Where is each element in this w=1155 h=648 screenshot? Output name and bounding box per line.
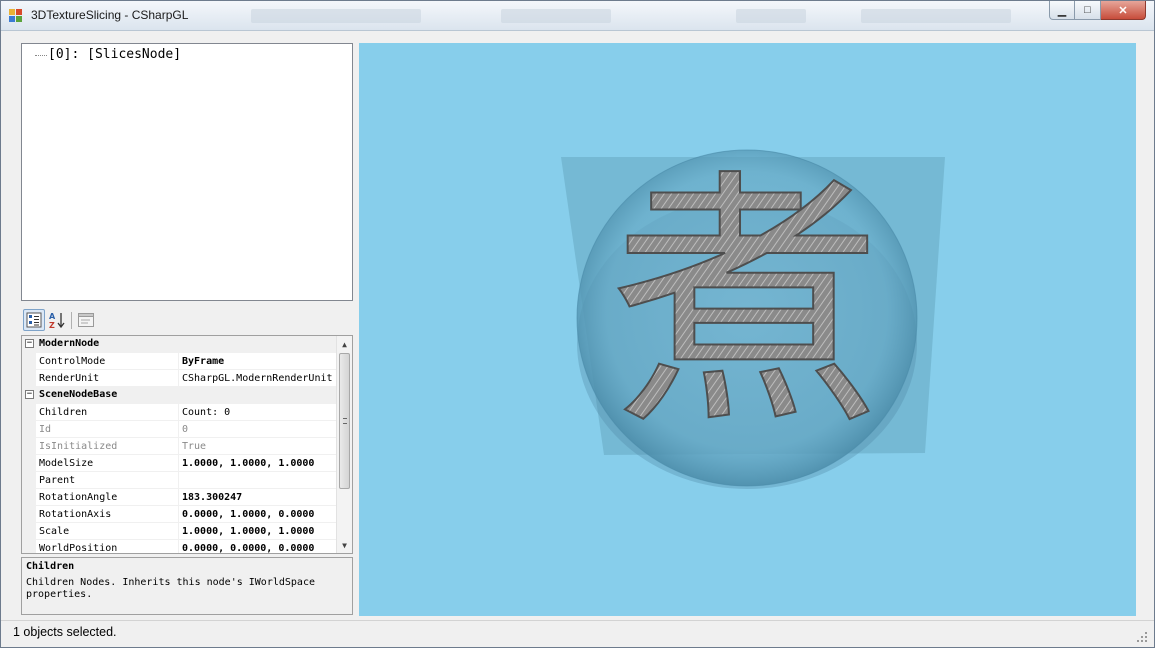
svg-text:Z: Z [49, 321, 55, 329]
svg-text:A: A [49, 312, 56, 321]
toolbar-separator [71, 312, 72, 329]
help-title: Children [26, 561, 75, 572]
glass-artifact [861, 9, 1011, 23]
property-value[interactable]: Count: 0 [182, 407, 337, 418]
property-pages-icon [78, 313, 94, 327]
property-name: RotationAngle [39, 492, 118, 503]
property-help-box: Children Children Nodes. Inherits this n… [21, 557, 353, 615]
maximize-button[interactable]: □ [1075, 1, 1101, 20]
glass-artifact [501, 9, 611, 23]
property-grid-scrollbar[interactable]: ▲ ▼ [336, 336, 352, 553]
tree-node-slices[interactable]: [0]: [SlicesNode] [48, 47, 181, 62]
scroll-up-icon[interactable]: ▲ [337, 336, 352, 352]
category-modernnode[interactable]: − ModernNode [22, 336, 337, 353]
resize-grip-icon[interactable] [1136, 631, 1148, 643]
window-title: 3DTextureSlicing - CSharpGL [31, 8, 189, 22]
categorized-view-button[interactable] [23, 309, 45, 331]
tree-connector-line [35, 55, 47, 56]
category-scenenodebase[interactable]: − SceneNodeBase [22, 387, 337, 404]
glyph-volume: 煮 [612, 147, 882, 462]
property-value[interactable]: 1.0000, 1.0000, 1.0000 [182, 526, 337, 537]
grip-icon [343, 418, 347, 424]
property-name: ModelSize [39, 458, 94, 469]
property-row-id[interactable]: Id 0 [22, 421, 337, 438]
property-value[interactable]: 183.300247 [182, 492, 337, 503]
property-row-scale[interactable]: Scale 1.0000, 1.0000, 1.0000 [22, 523, 337, 540]
property-row-isinitialized[interactable]: IsInitialized True [22, 438, 337, 455]
property-name: ControlMode [39, 356, 106, 367]
scene-tree-view[interactable]: [0]: [SlicesNode] [21, 43, 353, 301]
close-button[interactable]: ✕ [1101, 1, 1146, 20]
property-row-worldposition[interactable]: WorldPosition 0.0000, 0.0000, 0.0000 [22, 540, 337, 554]
property-name: RenderUnit [39, 373, 100, 384]
glass-artifact [736, 9, 806, 23]
property-row-renderunit[interactable]: RenderUnit CSharpGL.ModernRenderUnit [22, 370, 337, 387]
property-value[interactable]: 1.0000, 1.0000, 1.0000 [182, 458, 337, 469]
property-name: Children [39, 407, 88, 418]
property-value[interactable]: CSharpGL.ModernRenderUnit [182, 373, 337, 384]
status-text: 1 objects selected. [13, 625, 117, 639]
sort-az-icon: A Z [49, 312, 65, 329]
glass-artifact [251, 9, 421, 23]
property-name: Scale [39, 526, 70, 537]
app-icon [9, 9, 23, 23]
minimize-button[interactable]: ▁ [1049, 1, 1075, 20]
property-name: RotationAxis [39, 509, 112, 520]
property-row-children[interactable]: Children Count: 0 [22, 404, 337, 421]
property-name: IsInitialized [39, 441, 118, 452]
scroll-thumb[interactable] [339, 353, 350, 489]
property-grid[interactable]: − ModernNode ControlMode ByFrame RenderU… [21, 335, 353, 554]
category-label: ModernNode [39, 338, 100, 349]
property-name: Id [39, 424, 52, 435]
property-name: WorldPosition [39, 543, 118, 554]
volume-render-view: 煮 [561, 146, 945, 489]
scroll-down-icon[interactable]: ▼ [337, 537, 352, 553]
property-row-parent[interactable]: Parent [22, 472, 337, 489]
status-bar: 1 objects selected. [1, 620, 1154, 647]
property-pages-button[interactable] [75, 309, 97, 331]
gl-render-canvas[interactable]: 煮 [359, 43, 1136, 616]
property-value: 0 [182, 424, 189, 435]
alphabetical-view-button[interactable]: A Z [46, 309, 68, 331]
property-value[interactable]: ByFrame [182, 356, 337, 367]
title-bar[interactable]: 3DTextureSlicing - CSharpGL ▁ □ ✕ [1, 1, 1154, 31]
collapse-icon[interactable]: − [25, 390, 34, 399]
caption-buttons: ▁ □ ✕ [1049, 1, 1146, 21]
property-rows: − ModernNode ControlMode ByFrame RenderU… [22, 336, 337, 554]
property-row-rotationangle[interactable]: RotationAngle 183.300247 [22, 489, 337, 506]
property-row-modelsize[interactable]: ModelSize 1.0000, 1.0000, 1.0000 [22, 455, 337, 472]
property-row-controlmode[interactable]: ControlMode ByFrame [22, 353, 337, 370]
category-label: SceneNodeBase [39, 389, 118, 400]
main-window: 3DTextureSlicing - CSharpGL ▁ □ ✕ [0]: [… [0, 0, 1155, 648]
property-name: Parent [39, 475, 76, 486]
property-value: True [182, 441, 207, 452]
help-description: Children Nodes. Inherits this node's IWo… [26, 577, 315, 600]
categorized-icon [26, 312, 42, 328]
property-row-rotationaxis[interactable]: RotationAxis 0.0000, 1.0000, 0.0000 [22, 506, 337, 523]
collapse-icon[interactable]: − [25, 339, 34, 348]
property-grid-toolbar: A Z [21, 309, 353, 333]
property-value[interactable]: 0.0000, 0.0000, 0.0000 [182, 543, 337, 553]
property-value[interactable]: 0.0000, 1.0000, 0.0000 [182, 509, 337, 520]
